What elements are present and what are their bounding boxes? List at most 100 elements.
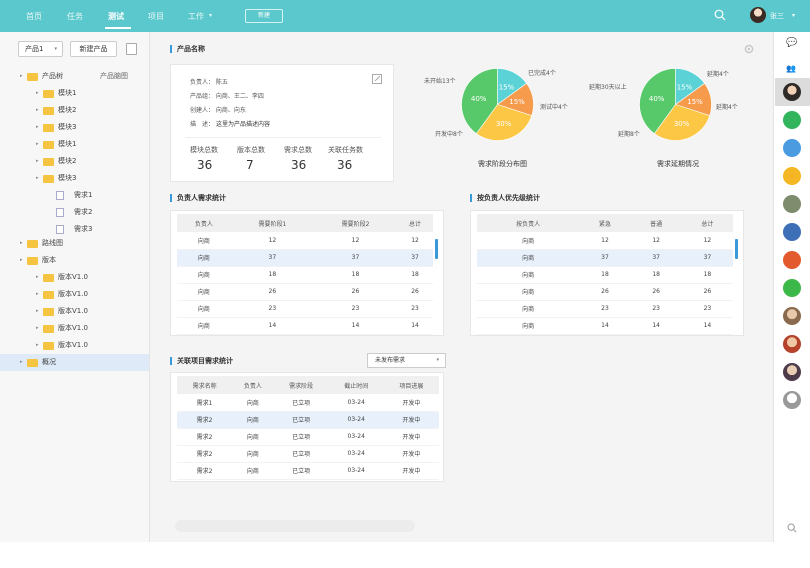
tree-item[interactable]: ▸ 版本V1.0 <box>0 286 149 303</box>
tree-item[interactable]: ▸ 产品树 产品脑图 <box>0 68 149 85</box>
tree-item[interactable]: ▸ 模块3 <box>0 170 149 187</box>
tree-item[interactable]: ▸ 版本V1.0 <box>0 337 149 354</box>
column-header: 总计 <box>681 214 733 232</box>
table-cell: 23 <box>230 300 314 318</box>
product-select[interactable]: 产品1 ▾ <box>18 41 63 57</box>
table-row[interactable]: 需求2 向商 已立项 03-24 开发中 <box>177 445 439 463</box>
expand-arrow-icon[interactable]: ▸ <box>36 170 39 187</box>
tree-item[interactable]: ▸ 版本V1.0 <box>0 269 149 286</box>
stat-value-versions: 7 <box>246 158 254 172</box>
table-row[interactable]: 向商 37 37 37 <box>177 249 433 267</box>
tree-item[interactable]: ▸ 版本 <box>0 252 149 269</box>
product-mindmap-link[interactable]: 产品脑图 <box>100 68 128 85</box>
tree-item[interactable]: ▸ 模块1 <box>0 136 149 153</box>
user-name[interactable]: 张三 <box>770 11 784 21</box>
folder-icon <box>43 107 54 115</box>
table-row[interactable]: 向商 37 37 37 <box>477 249 733 267</box>
contacts-icon[interactable]: 👥 <box>786 64 796 73</box>
contact-avatar[interactable] <box>783 83 801 101</box>
tree-item[interactable]: 需求2 <box>0 204 149 221</box>
expand-arrow-icon[interactable]: ▸ <box>20 354 23 371</box>
table-row[interactable]: 需求1 向商 已立项 03-24 开发中 <box>177 394 439 412</box>
expand-arrow-icon[interactable]: ▸ <box>20 68 23 85</box>
tree-item[interactable]: ▸ 模块2 <box>0 153 149 170</box>
tree-item[interactable]: ▸ 模块2 <box>0 102 149 119</box>
contact-avatar[interactable] <box>783 223 801 241</box>
tree-item[interactable]: 需求1 <box>0 187 149 204</box>
expand-arrow-icon[interactable]: ▸ <box>20 235 23 252</box>
new-button[interactable]: 新建 <box>245 9 283 23</box>
tree-item[interactable]: ▸ 版本V1.0 <box>0 320 149 337</box>
tree-item[interactable]: ▸ 版本V1.0 <box>0 303 149 320</box>
nav-work[interactable]: 工作 <box>188 11 204 22</box>
contact-avatar[interactable] <box>783 251 801 269</box>
table-row[interactable]: 向商 12 12 12 <box>177 232 433 250</box>
expand-arrow-icon[interactable]: ▸ <box>36 119 39 136</box>
contact-avatar[interactable] <box>783 363 801 381</box>
settings-icon[interactable] <box>744 44 754 54</box>
contact-avatar[interactable] <box>783 139 801 157</box>
expand-arrow-icon[interactable]: ▸ <box>36 303 39 320</box>
table-row[interactable]: 向商 23 23 23 <box>177 300 433 318</box>
search-icon[interactable] <box>787 523 797 533</box>
tree-item[interactable]: ▸ 路线图 <box>0 235 149 252</box>
tree-item[interactable]: ▸ 模块3 <box>0 119 149 136</box>
table-row[interactable]: 向商 23 23 23 <box>477 300 733 318</box>
contact-avatar[interactable] <box>783 167 801 185</box>
table-cell: 向商 <box>177 232 231 250</box>
folder-icon <box>43 90 54 98</box>
tree-item[interactable]: ▸ 模块1 <box>0 85 149 102</box>
table-cell: 26 <box>579 283 631 301</box>
expand-arrow-icon[interactable]: ▸ <box>36 153 39 170</box>
table-row[interactable]: 向商 18 18 18 <box>177 266 433 284</box>
product-group: 产品组： 向商、王二、李四 <box>190 93 264 100</box>
search-icon[interactable] <box>714 9 726 21</box>
table-row[interactable]: 向商 26 26 26 <box>177 283 433 301</box>
table-row[interactable]: 需求2 向商 已立项 03-24 开发中 <box>177 462 439 480</box>
contact-avatar[interactable] <box>783 111 801 129</box>
table-row[interactable]: 向商 26 26 26 <box>477 283 733 301</box>
new-product-button[interactable]: 新建产品 <box>70 41 117 57</box>
expand-arrow-icon[interactable]: ▸ <box>36 337 39 354</box>
table-row[interactable]: 向商 12 12 12 <box>477 232 733 250</box>
nav-tasks[interactable]: 任务 <box>67 11 83 22</box>
expand-arrow-icon[interactable]: ▸ <box>36 269 39 286</box>
expand-arrow-icon[interactable]: ▸ <box>36 286 39 303</box>
table-row[interactable]: 向商 14 14 14 <box>177 317 433 335</box>
expand-arrow-icon[interactable]: ▸ <box>36 136 39 153</box>
scrollbar-thumb[interactable] <box>735 239 738 259</box>
document-icon[interactable] <box>126 43 137 55</box>
tree-item[interactable]: ▸ 概况 <box>0 354 149 371</box>
pie-slice-label: 延期4个 <box>716 104 738 111</box>
edit-icon[interactable] <box>372 74 382 84</box>
chat-icon[interactable]: 💬 <box>786 38 797 48</box>
user-avatar[interactable] <box>750 7 766 23</box>
contact-avatar[interactable] <box>783 279 801 297</box>
folder-icon <box>43 124 54 132</box>
requirement-filter-select[interactable]: 未发布需求 ▾ <box>367 353 446 368</box>
expand-arrow-icon[interactable]: ▸ <box>20 252 23 269</box>
scrollbar-thumb[interactable] <box>435 239 438 259</box>
table-cell: 12 <box>579 232 631 250</box>
expand-arrow-icon[interactable]: ▸ <box>36 320 39 337</box>
contact-avatar[interactable] <box>783 335 801 353</box>
chevron-down-icon[interactable]: ▾ <box>792 12 795 19</box>
nav-home[interactable]: 首页 <box>26 11 42 22</box>
table-row[interactable]: 向商 14 14 14 <box>477 317 733 335</box>
contact-avatar[interactable] <box>783 307 801 325</box>
chevron-down-icon[interactable]: ▾ <box>209 12 212 19</box>
table-cell: 向商 <box>177 283 231 301</box>
table-row[interactable]: 需求2 向商 已立项 03-24 开发中 <box>177 411 439 429</box>
contact-avatar[interactable] <box>783 195 801 213</box>
product-sidebar: 产品1 ▾ 新建产品 ▸ 产品树 产品脑图 ▸ 模块1 ▸ 模块2 ▸ 模块3 ▸ 模块1 ▸ 模块2 ▸… <box>0 32 150 542</box>
table-row[interactable]: 需求2 向商 已立项 03-24 开发中 <box>177 428 439 446</box>
horizontal-scrollbar[interactable] <box>175 520 415 532</box>
tree-item-label: 版本V1.0 <box>58 273 88 281</box>
expand-arrow-icon[interactable]: ▸ <box>36 102 39 119</box>
nav-projects[interactable]: 项目 <box>148 11 164 22</box>
tree-item-label: 产品树 <box>42 72 63 80</box>
contact-avatar[interactable] <box>783 391 801 409</box>
expand-arrow-icon[interactable]: ▸ <box>36 85 39 102</box>
nav-test[interactable]: 测试 <box>108 11 124 22</box>
table-row[interactable]: 向商 18 18 18 <box>477 266 733 284</box>
